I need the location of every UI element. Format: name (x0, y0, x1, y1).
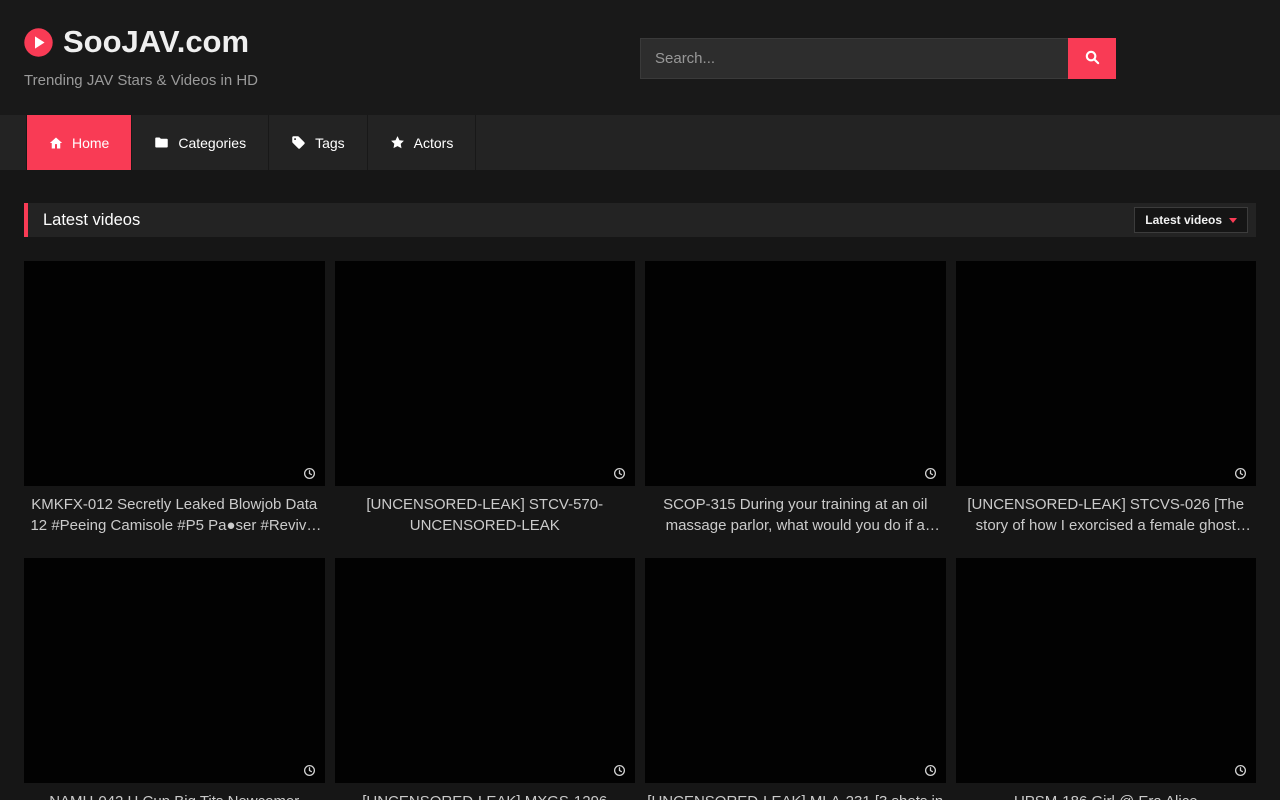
video-card[interactable]: [UNCENSORED-LEAK] MXGS-1296 Absolutely (335, 558, 636, 800)
magnifier-icon (1084, 49, 1101, 69)
clock-icon (613, 764, 626, 777)
video-title[interactable]: [UNCENSORED-LEAK] STCVS-026 [The story o… (956, 495, 1257, 536)
caret-down-icon (1229, 218, 1237, 223)
page: SooJAV.com Trending JAV Stars & Videos i… (0, 0, 1280, 800)
nav-item-categories[interactable]: Categories (132, 115, 269, 170)
video-title[interactable]: SCOP-315 During your training at an oil … (645, 495, 946, 536)
search-input[interactable] (640, 38, 1068, 79)
video-thumbnail[interactable] (645, 558, 946, 783)
video-title[interactable]: KMKFX-012 Secretly Leaked Blowjob Data 1… (24, 495, 325, 536)
clock-icon (924, 467, 937, 480)
sort-dropdown[interactable]: Latest videos (1134, 207, 1248, 233)
folder-icon (154, 135, 169, 150)
star-icon (390, 135, 405, 150)
video-card[interactable]: [UNCENSORED-LEAK] STCVS-026 [The story o… (956, 261, 1257, 536)
nav-item-actors[interactable]: Actors (368, 115, 477, 170)
video-card[interactable]: NAMH-042 H Cup Big Tits Newcomer (170cm … (24, 558, 325, 800)
video-card[interactable]: KMKFX-012 Secretly Leaked Blowjob Data 1… (24, 261, 325, 536)
clock-icon (1234, 764, 1247, 777)
video-thumbnail[interactable] (335, 261, 636, 486)
video-card[interactable]: [UNCENSORED-LEAK] STCV-570-UNCENSORED-LE… (335, 261, 636, 536)
video-thumbnail[interactable] (645, 261, 946, 486)
section-header: Latest videos Latest videos (24, 203, 1256, 237)
clock-icon (924, 764, 937, 777)
video-thumbnail[interactable] (24, 261, 325, 486)
video-title[interactable]: [UNCENSORED-LEAK] STCV-570-UNCENSORED-LE… (335, 495, 636, 536)
content: Latest videos Latest videos KMKFX-012 Se… (0, 203, 1280, 800)
play-icon (23, 27, 54, 58)
video-card[interactable]: SCOP-315 During your training at an oil … (645, 261, 946, 536)
clock-icon (1234, 467, 1247, 480)
site-tagline: Trending JAV Stars & Videos in HD (24, 72, 258, 89)
search-button[interactable] (1068, 38, 1116, 79)
site-header: SooJAV.com Trending JAV Stars & Videos i… (0, 0, 1280, 115)
video-thumbnail[interactable] (24, 558, 325, 783)
video-title[interactable]: UPSM-186 Girl @ Era Alice (956, 792, 1257, 800)
home-icon (49, 136, 63, 150)
video-grid: KMKFX-012 Secretly Leaked Blowjob Data 1… (24, 261, 1256, 800)
video-thumbnail[interactable] (956, 558, 1257, 783)
video-title[interactable]: [UNCENSORED-LEAK] MLA-231 [3 shots in (645, 792, 946, 800)
video-card[interactable]: UPSM-186 Girl @ Era Alice (956, 558, 1257, 800)
nav-item-home[interactable]: Home (26, 115, 132, 170)
video-title[interactable]: [UNCENSORED-LEAK] MXGS-1296 Absolutely (335, 792, 636, 800)
tag-icon (291, 135, 306, 150)
video-card[interactable]: [UNCENSORED-LEAK] MLA-231 [3 shots in (645, 558, 946, 800)
search-form (640, 38, 1116, 79)
section-title: Latest videos (28, 211, 140, 230)
clock-icon (303, 764, 316, 777)
site-title: SooJAV.com (63, 24, 249, 60)
nav-item-tags[interactable]: Tags (269, 115, 368, 170)
clock-icon (613, 467, 626, 480)
sort-dropdown-label: Latest videos (1145, 213, 1222, 227)
main-nav: Home Categories Tags Actors (0, 115, 1280, 170)
video-thumbnail[interactable] (335, 558, 636, 783)
video-thumbnail[interactable] (956, 261, 1257, 486)
video-title[interactable]: NAMH-042 H Cup Big Tits Newcomer (170cm … (24, 792, 325, 800)
site-logo[interactable]: SooJAV.com (23, 24, 249, 60)
clock-icon (303, 467, 316, 480)
